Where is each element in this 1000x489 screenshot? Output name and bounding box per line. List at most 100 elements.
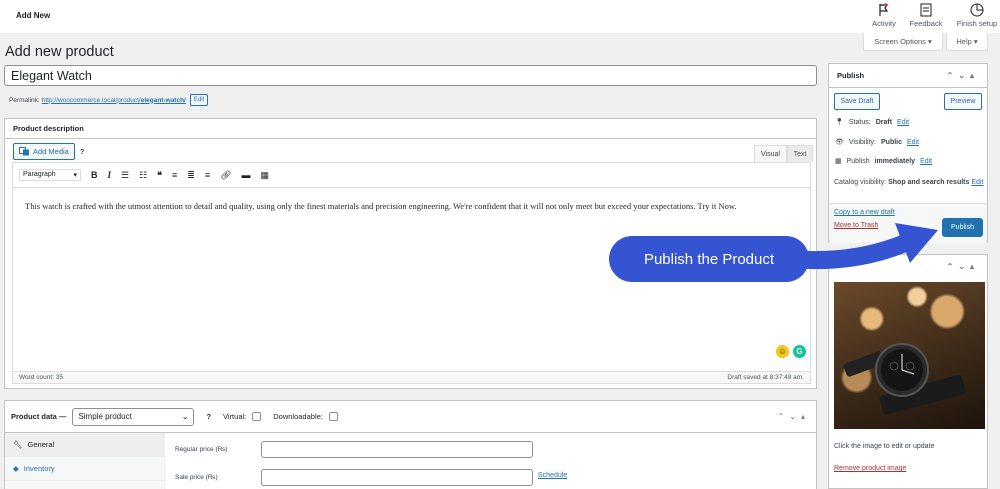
product-title-input[interactable] <box>4 65 817 86</box>
publish-date-row: ▦ Publish immediately Edit <box>835 157 932 166</box>
catalog-visibility-edit-link[interactable]: Edit <box>971 179 983 186</box>
activity-label: Activity <box>872 19 896 28</box>
permalink: Permalink: http://woocommerce.local/prod… <box>9 94 209 106</box>
align-left-icon[interactable]: ≡ <box>172 170 177 180</box>
product-image[interactable] <box>834 282 985 429</box>
product-type-value: Simple product <box>78 412 132 421</box>
product-data-label: Product data — <box>11 412 67 421</box>
align-center-icon[interactable]: ≣ <box>187 170 195 181</box>
grammarly-icon[interactable]: G <box>793 345 806 358</box>
eye-icon: 👁︎ <box>835 139 844 146</box>
blockquote-icon[interactable]: ❝ <box>157 170 162 181</box>
emoji-icon[interactable]: ☺ <box>776 345 789 358</box>
numbered-list-icon[interactable]: ☷ <box>139 170 147 181</box>
format-select[interactable]: Paragraph ▾ <box>19 169 81 181</box>
draft-saved-status: Draft saved at 8:37:49 am. <box>727 374 804 381</box>
editor-toolbar: Paragraph ▾ B I ☰ ☷ ❝ ≡ ≣ ≡ 🔗︎ ▬ ▦ <box>12 162 811 188</box>
permalink-slug: elegant-watch/ <box>140 96 186 104</box>
downloadable-label: Downloadable: <box>273 412 323 421</box>
inventory-icon: ◆ <box>13 464 19 473</box>
finish-setup-button[interactable]: Finish setup <box>954 3 1000 28</box>
copy-draft-link[interactable]: Copy to a new draft <box>834 209 895 216</box>
product-data-box: Product data — Simple product ⌄ ? Virtual… <box>4 400 817 489</box>
page-header-title: Add New <box>16 11 51 20</box>
visibility-row: 👁︎ Visibility: Public Edit <box>835 138 919 147</box>
catalog-visibility-label: Catalog visibility: <box>834 179 887 186</box>
top-bar <box>0 0 1000 33</box>
add-media-label: Add Media <box>33 147 69 156</box>
tab-general-label: General <box>27 440 55 449</box>
chevron-down-icon: ▾ <box>73 172 77 179</box>
watch-image <box>843 343 966 415</box>
image-caption: Click the image to edit or update <box>834 443 935 450</box>
permalink-url-base: http://woocommerce.local/product/ <box>41 96 141 104</box>
tab-text[interactable]: Text <box>787 145 813 162</box>
progress-ring-icon <box>970 3 984 17</box>
catalog-visibility-row: Catalog visibility: Shop and search resu… <box>834 178 984 188</box>
pin-icon: 📍︎ <box>835 119 844 126</box>
status-label: Status: <box>848 118 871 126</box>
catalog-visibility-value: Shop and search results <box>888 179 970 186</box>
regular-price-label: Regular price (₨) <box>175 446 228 453</box>
finish-setup-label: Finish setup <box>956 19 998 28</box>
box-controls[interactable]: ⌃⌄▴ <box>778 412 810 421</box>
publish-date-value: immediately <box>874 157 916 165</box>
sale-price-input[interactable] <box>261 469 533 486</box>
remove-image-link[interactable]: Remove product image <box>834 465 906 472</box>
publish-heading: Publish <box>837 71 865 80</box>
permalink-link[interactable]: http://woocommerce.local/product/elegant… <box>42 97 186 104</box>
help-icon[interactable]: ? <box>80 149 84 156</box>
status-edit-link[interactable]: Edit <box>897 119 909 126</box>
virtual-label: Virtual: <box>223 412 247 421</box>
publish-box: Publish ⌃⌄▴ Save Draft Preview 📍︎ Status… <box>828 63 988 243</box>
toolbar-toggle-icon[interactable]: ▦ <box>261 170 270 181</box>
virtual-checkbox[interactable] <box>252 412 262 421</box>
feedback-label: Feedback <box>909 19 943 28</box>
italic-icon[interactable]: I <box>108 170 112 180</box>
tab-inventory[interactable]: ◆ Inventory <box>5 457 164 481</box>
add-media-icon <box>19 147 29 156</box>
publish-button[interactable]: Publish <box>942 218 983 237</box>
box-controls[interactable]: ⌃⌄▴ <box>947 71 979 80</box>
publish-date-edit-link[interactable]: Edit <box>920 158 932 165</box>
visibility-label: Visibility: <box>848 138 876 146</box>
product-description-heading: Product description <box>5 119 816 139</box>
status-row: 📍︎ Status: Draft Edit <box>835 118 909 127</box>
tab-inventory-label: Inventory <box>23 464 55 473</box>
permalink-edit-button[interactable]: Edit <box>189 94 209 106</box>
link-icon[interactable]: 🔗︎ <box>220 170 231 181</box>
visibility-edit-link[interactable]: Edit <box>907 139 919 146</box>
chevron-down-icon: ⌄ <box>181 412 189 421</box>
bullet-list-icon[interactable]: ☰ <box>121 170 129 181</box>
feedback-button[interactable]: Feedback <box>906 3 946 28</box>
screen-options-button[interactable]: Screen Options ▾ <box>863 33 943 51</box>
bold-icon[interactable]: B <box>91 170 98 180</box>
publish-header: Publish ⌃⌄▴ <box>829 64 987 88</box>
help-button[interactable]: Help ▾ <box>946 33 988 51</box>
calendar-icon: ▦ <box>835 158 842 165</box>
help-icon[interactable]: ? <box>206 412 211 421</box>
add-media-button[interactable]: Add Media <box>13 143 75 160</box>
schedule-link[interactable]: Schedule <box>538 472 567 479</box>
regular-price-input[interactable] <box>261 441 533 458</box>
activity-button[interactable]: Activity <box>864 3 904 28</box>
tab-visual[interactable]: Visual <box>754 145 787 162</box>
save-draft-button[interactable]: Save Draft <box>834 93 880 110</box>
description-text: This watch is crafted with the utmost at… <box>25 201 737 211</box>
format-select-value: Paragraph <box>23 171 56 178</box>
word-count: Word count: 35 <box>19 374 63 381</box>
sale-price-label: Sale price (₨) <box>175 474 218 481</box>
product-type-select[interactable]: Simple product ⌄ <box>72 407 195 426</box>
downloadable-checkbox[interactable] <box>328 412 338 421</box>
align-right-icon[interactable]: ≡ <box>205 170 210 180</box>
preview-button[interactable]: Preview <box>944 93 982 110</box>
box-controls[interactable]: ⌃⌄▴ <box>947 262 979 271</box>
permalink-label: Permalink: <box>9 96 40 104</box>
editor-status-bar: Word count: 35 Draft saved at 8:37:49 am… <box>12 371 811 384</box>
wrench-icon: 🔧︎ <box>13 440 23 449</box>
callout-bubble: Publish the Product <box>609 236 809 282</box>
read-more-icon[interactable]: ▬ <box>242 170 251 180</box>
product-data-tabs: 🔧︎ General ◆ Inventory <box>5 433 165 489</box>
status-value: Draft <box>875 118 893 126</box>
tab-general[interactable]: 🔧︎ General <box>5 433 164 457</box>
